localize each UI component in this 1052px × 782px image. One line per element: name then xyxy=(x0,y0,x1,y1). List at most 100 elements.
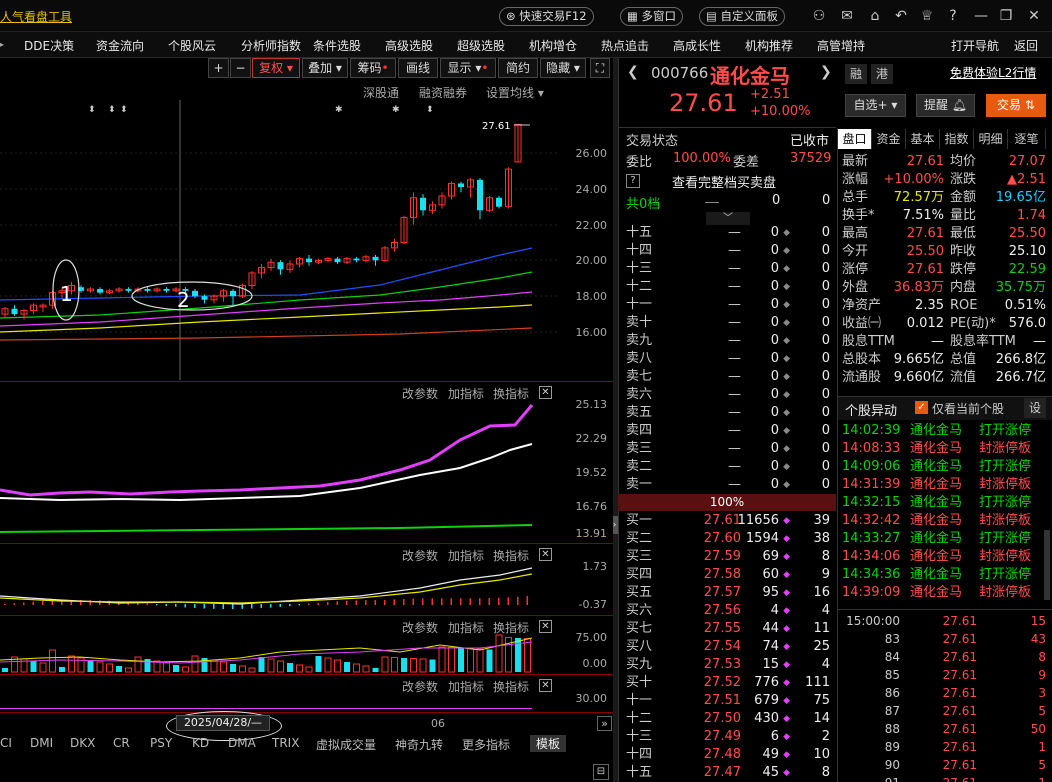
orderbook-row[interactable]: 卖四 — 0 ◆ 0 xyxy=(618,422,836,440)
orderbook-row[interactable]: 买一 27.61 11656 ◆ 39 xyxy=(618,512,836,530)
tab-mingxi[interactable]: 明细 xyxy=(974,129,1008,149)
event-row[interactable]: 14:34:36 通化金马 打开涨停 xyxy=(842,566,1042,584)
multi-window-button[interactable]: ▦ 多窗口 xyxy=(620,7,684,26)
orderbook-row[interactable]: 十一 27.51 679 ◆ 75 xyxy=(618,692,836,710)
menu-stock-storm[interactable]: 个股风云 xyxy=(168,37,216,54)
orderbook-row[interactable]: 买八 27.54 74 ◆ 25 xyxy=(618,638,836,656)
user-icon[interactable]: ⚇ xyxy=(811,8,827,24)
simple-button[interactable]: 简约 xyxy=(498,58,538,78)
minimize-icon[interactable]: — xyxy=(973,8,989,24)
trade-button[interactable]: 交易 ⇅ xyxy=(986,94,1046,117)
close-icon[interactable]: ✕ xyxy=(539,386,552,399)
home-icon[interactable]: ⌂ xyxy=(867,8,883,24)
tab-template[interactable]: 模板 xyxy=(530,735,567,752)
menu-exec-increase[interactable]: 高管增持 xyxy=(817,37,865,54)
menu-inst-increase[interactable]: 机构增仓 xyxy=(529,37,577,54)
only-current-checkbox[interactable]: ✓ xyxy=(915,401,928,414)
event-row[interactable]: 14:32:42 通化金马 封涨停板 xyxy=(842,512,1042,530)
orderbook-row[interactable]: 十二 27.50 430 ◆ 14 xyxy=(618,710,836,728)
menu-open-nav[interactable]: 打开导航 xyxy=(951,37,999,54)
tab-kd[interactable]: KD xyxy=(192,736,209,750)
menu-inst-recommend[interactable]: 机构推荐 xyxy=(745,37,793,54)
orderbook-row[interactable]: 买四 27.58 60 ◆ 9 xyxy=(618,566,836,584)
zoom-in-button[interactable]: + xyxy=(208,58,229,78)
orderbook-row[interactable]: 卖七 — 0 ◆ 0 xyxy=(618,368,836,386)
menu-analyst-index[interactable]: 分析师指数 xyxy=(241,37,301,54)
tab-trix[interactable]: TRIX xyxy=(272,736,299,750)
custom-panel-button[interactable]: ▤ 自定义面板 xyxy=(699,7,786,26)
tab-psy[interactable]: PSY xyxy=(150,736,172,750)
add-indicator-button[interactable]: 加指标 xyxy=(448,678,484,695)
menu-hot-chase[interactable]: 热点追击 xyxy=(601,37,649,54)
menu-high-growth[interactable]: 高成长性 xyxy=(673,37,721,54)
overlay-button[interactable]: 叠加 ▾ xyxy=(302,58,348,78)
tab-zijin[interactable]: 资金 xyxy=(872,129,906,149)
scrollbar[interactable] xyxy=(1044,530,1050,600)
menu-fund-flow[interactable]: 资金流向 xyxy=(96,37,144,54)
switch-indicator-button[interactable]: 换指标 xyxy=(493,678,529,695)
ma-settings-link[interactable]: 设置均线 ▾ xyxy=(486,84,544,101)
tab-more-indicators[interactable]: 更多指标 xyxy=(462,736,510,753)
draw-line-button[interactable]: 画线 xyxy=(398,58,438,78)
tab-zhishu[interactable]: 指数 xyxy=(940,129,974,149)
orderbook-row[interactable]: 买九 27.53 15 ◆ 4 xyxy=(618,656,836,674)
tab-magic-nine[interactable]: 神奇九转 xyxy=(395,736,443,753)
edit-params-button[interactable]: 改参数 xyxy=(402,678,438,695)
tab-jiben[interactable]: 基本 xyxy=(906,129,940,149)
help-icon[interactable]: ? xyxy=(945,8,961,24)
close-icon[interactable]: ✕ xyxy=(539,679,552,692)
orderbook-row[interactable]: 十五 27.47 45 ◆ 8 xyxy=(618,764,836,782)
margin-tag[interactable]: 融 xyxy=(845,64,867,84)
alert-button[interactable]: 提醒 🔔︎ xyxy=(916,94,975,117)
menu-super-select[interactable]: 超级选股 xyxy=(457,37,505,54)
event-row[interactable]: 14:33:27 通化金马 打开涨停 xyxy=(842,530,1042,548)
skin-icon[interactable]: ♕ xyxy=(919,8,935,24)
orderbook-row[interactable]: 买二 27.60 1594 ◆ 38 xyxy=(618,530,836,548)
event-row[interactable]: 14:31:39 通化金马 封涨停板 xyxy=(842,476,1042,494)
event-row[interactable]: 14:32:15 通化金马 打开涨停 xyxy=(842,494,1042,512)
quick-trade-button[interactable]: ⊛ 快速交易F12 xyxy=(499,7,594,26)
event-row[interactable]: 14:08:33 通化金马 封涨停板 xyxy=(842,440,1042,458)
orderbook-row[interactable]: 卖六 — 0 ◆ 0 xyxy=(618,386,836,404)
menu-advanced-select[interactable]: 高级选股 xyxy=(385,37,433,54)
events-settings-button[interactable]: 设 xyxy=(1024,398,1046,418)
tab-pankou[interactable]: 盘口 xyxy=(838,129,872,149)
event-row[interactable]: 14:34:06 通化金马 封涨停板 xyxy=(842,548,1042,566)
fuquan-button[interactable]: 复权 ▾ xyxy=(252,58,300,78)
app-title[interactable]: 人气看盘工具 xyxy=(0,8,72,25)
hk-connect-tag[interactable]: 港 xyxy=(871,64,893,84)
prev-stock-icon[interactable]: ❮ xyxy=(627,64,639,80)
orderbook-row[interactable]: 十五 — 0 ◆ 0 xyxy=(618,224,836,242)
event-row[interactable]: 14:09:06 通化金马 打开涨停 xyxy=(842,458,1042,476)
tab-dmi[interactable]: DMI xyxy=(30,736,53,750)
orderbook-row[interactable]: 卖二 — 0 ◆ 0 xyxy=(618,458,836,476)
tab-cr[interactable]: CR xyxy=(113,736,130,750)
orderbook-row[interactable]: 十三 27.49 6 ◆ 2 xyxy=(618,728,836,746)
margin-trading-link[interactable]: 融资融券 xyxy=(419,84,467,101)
hide-button[interactable]: 隐藏 ▾ xyxy=(540,58,586,78)
tab-dkx[interactable]: DKX xyxy=(70,736,95,750)
orderbook-row[interactable]: 卖十 — 0 ◆ 0 xyxy=(618,314,836,332)
close-icon[interactable]: ✕ xyxy=(1026,8,1042,24)
event-row[interactable]: 14:39:09 通化金马 封涨停板 xyxy=(842,584,1042,602)
menu-condition-select[interactable]: 条件选股 xyxy=(313,37,361,54)
l2-trial-link[interactable]: 免费体验L2行情 xyxy=(950,64,1036,81)
menu-dde[interactable]: DDE决策 xyxy=(24,37,74,54)
orderbook-row[interactable]: 十四 — 0 ◆ 0 xyxy=(618,242,836,260)
orderbook-row[interactable]: 卖八 — 0 ◆ 0 xyxy=(618,350,836,368)
orderbook-row[interactable]: 卖九 — 0 ◆ 0 xyxy=(618,332,836,350)
orderbook-row[interactable]: 十四 27.48 49 ◆ 10 xyxy=(618,746,836,764)
orderbook-row[interactable]: 十三 — 0 ◆ 0 xyxy=(618,260,836,278)
back-icon[interactable]: ↶ xyxy=(893,8,909,24)
kline-chart[interactable]: ⬍ ⬍ ⬍ ✱ ✱ ⬍ 1 2 27.61 xyxy=(0,100,613,380)
orderbook-row[interactable]: 十二 — 0 ◆ 0 xyxy=(618,278,836,296)
orderbook-row[interactable]: 卖五 — 0 ◆ 0 xyxy=(618,404,836,422)
orderbook-row[interactable]: 卖三 — 0 ◆ 0 xyxy=(618,440,836,458)
event-row[interactable]: 14:02:39 通化金马 打开涨停 xyxy=(842,422,1042,440)
menu-back[interactable]: 返回 xyxy=(1014,37,1038,54)
orderbook-row[interactable]: 买十 27.52 776 ◆ 111 xyxy=(618,674,836,692)
tab-zhubi[interactable]: 逐笔 xyxy=(1008,129,1046,149)
add-watchlist-button[interactable]: 自选+ ▾ xyxy=(845,94,906,117)
orderbook-row[interactable]: 买六 27.56 4 ◆ 4 xyxy=(618,602,836,620)
mail-icon[interactable]: ✉ xyxy=(839,8,855,24)
